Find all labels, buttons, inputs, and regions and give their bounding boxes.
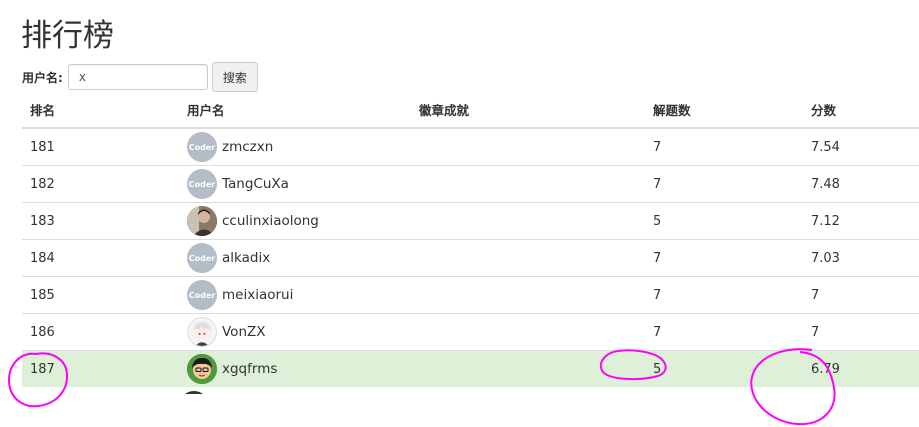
solved-cell: 7 — [645, 165, 803, 203]
solved-cell: 7 — [645, 313, 803, 351]
header-solved[interactable]: 解题数 — [645, 91, 803, 129]
username-link[interactable]: cculinxiaolong — [222, 213, 319, 229]
rank-cell: 182 — [22, 165, 179, 203]
photo-avatar[interactable] — [187, 206, 217, 236]
leaderboard-page: 排行榜 用户名: 搜索 排名 用户名 徽章成就 解题数 分数 181 Coder… — [0, 0, 919, 427]
badges-cell — [411, 165, 645, 203]
table-row: 182 Coder TangCuXa 7 7.48 — [22, 165, 919, 203]
rank-cell: 181 — [22, 127, 179, 166]
badges-cell — [411, 350, 645, 387]
solved-cell: 5 — [645, 350, 803, 387]
table-row: 183 cculinxiaolong 5 7.12 — [22, 202, 919, 240]
score-cell: 7.03 — [803, 239, 919, 277]
badges-cell — [411, 127, 645, 166]
anime-avatar[interactable] — [187, 317, 217, 347]
table-row-highlighted: 187 xgqfrms 5 6.79 — [22, 350, 919, 387]
rank-cell: 183 — [22, 202, 179, 240]
table-row: 186 VonZX 7 7 — [22, 313, 919, 351]
table-header-row: 排名 用户名 徽章成就 解题数 分数 — [22, 91, 919, 129]
header-username[interactable]: 用户名 — [179, 91, 411, 129]
username-link[interactable]: TangCuXa — [222, 176, 289, 192]
score-cell: 7.12 — [803, 202, 919, 240]
header-badges[interactable]: 徽章成就 — [411, 91, 645, 129]
username-link[interactable]: alkadix — [222, 250, 270, 266]
search-input[interactable] — [67, 64, 208, 90]
ranking-table: 排名 用户名 徽章成就 解题数 分数 181 Coder zmczxn 7 7.… — [22, 91, 919, 387]
header-rank[interactable]: 排名 — [22, 91, 179, 129]
cartoon-avatar[interactable] — [187, 354, 217, 384]
next-row-partial — [22, 388, 919, 427]
solved-cell: 5 — [645, 202, 803, 240]
score-cell: 7.54 — [803, 127, 919, 166]
rank-cell: 185 — [22, 276, 179, 314]
rank-cell: 186 — [22, 313, 179, 351]
username-link[interactable]: xgqfrms — [222, 361, 277, 377]
badges-cell — [411, 313, 645, 351]
score-cell: 7 — [803, 313, 919, 351]
coder-avatar[interactable]: Coder — [187, 132, 217, 162]
coder-avatar[interactable]: Coder — [187, 169, 217, 199]
table-row: 185 Coder meixiaorui 7 7 — [22, 276, 919, 314]
partial-avatar — [179, 391, 209, 394]
score-cell: 7.48 — [803, 165, 919, 203]
badges-cell — [411, 276, 645, 314]
page-title: 排行榜 — [21, 18, 114, 54]
search-button[interactable]: 搜索 — [211, 62, 258, 92]
username-link[interactable]: VonZX — [222, 324, 266, 340]
solved-cell: 7 — [645, 239, 803, 277]
badges-cell — [411, 239, 645, 277]
solved-cell: 7 — [645, 127, 803, 166]
score-cell: 6.79 — [803, 350, 919, 387]
search-form: 用户名: 搜索 — [22, 62, 258, 92]
table-row: 184 Coder alkadix 7 7.03 — [22, 239, 919, 277]
solved-cell: 7 — [645, 276, 803, 314]
coder-avatar[interactable]: Coder — [187, 280, 217, 310]
username-link[interactable]: meixiaorui — [222, 287, 293, 303]
badges-cell — [411, 202, 645, 240]
search-label: 用户名: — [22, 70, 63, 85]
username-link[interactable]: zmczxn — [222, 139, 273, 155]
rank-cell: 184 — [22, 239, 179, 277]
coder-avatar[interactable]: Coder — [187, 243, 217, 273]
table-row: 181 Coder zmczxn 7 7.54 — [22, 127, 919, 166]
header-score[interactable]: 分数 — [803, 91, 919, 129]
score-cell: 7 — [803, 276, 919, 314]
rank-cell: 187 — [22, 350, 179, 387]
